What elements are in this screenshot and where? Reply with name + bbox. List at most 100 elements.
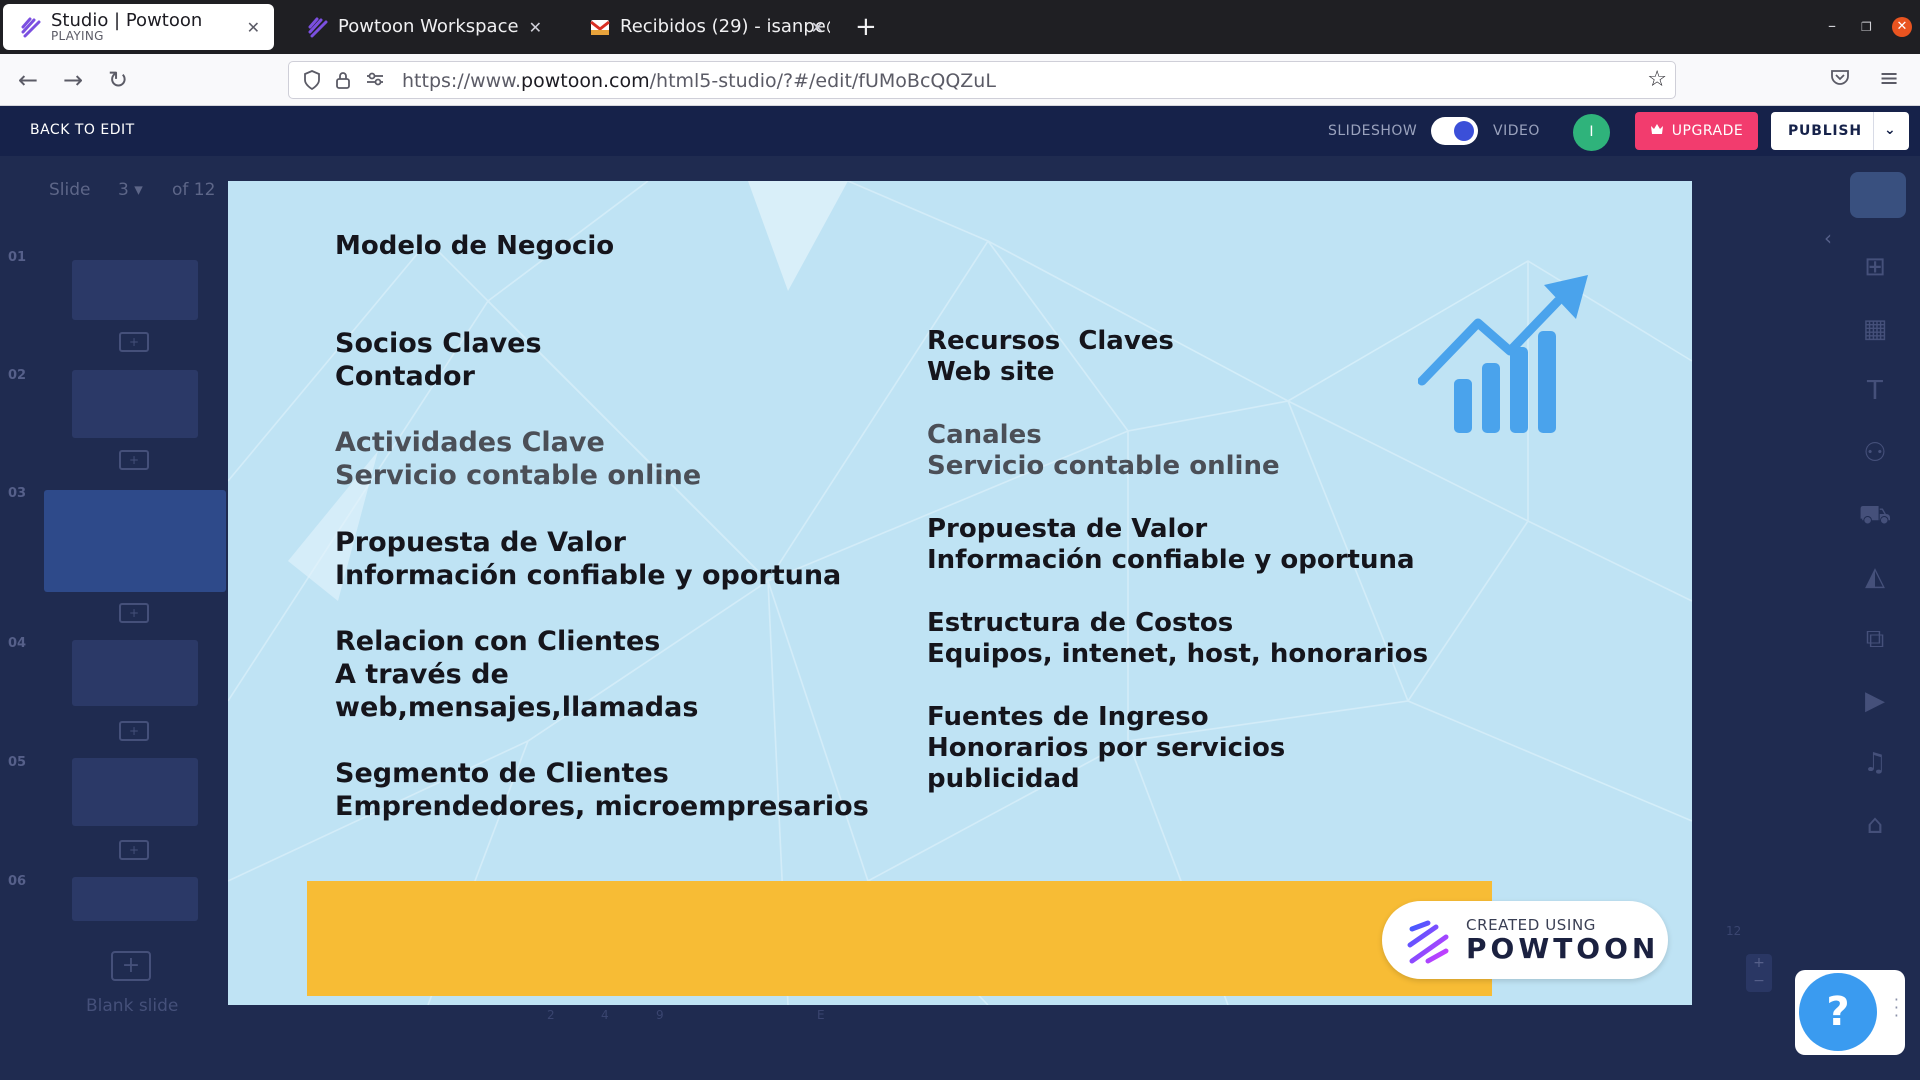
block-socios[interactable]: Socios Claves Contador	[335, 327, 542, 393]
chevron-left-icon[interactable]: ‹	[1824, 226, 1832, 250]
url-text[interactable]: https://www.powtoon.com/html5-studio/?#/…	[402, 70, 996, 92]
block-recursos[interactable]: Recursos Claves Web site	[927, 326, 1174, 388]
bookmark-star-icon[interactable]: ☆	[1647, 67, 1667, 92]
block-heading: Propuesta de Valor	[335, 527, 626, 558]
block-heading: Socios Claves	[335, 328, 542, 359]
slide-thumbnail[interactable]	[72, 877, 198, 921]
pocket-icon[interactable]	[1830, 67, 1850, 92]
block-fuentes[interactable]: Fuentes de Ingreso Honorarios por servic…	[927, 702, 1285, 795]
text-icon[interactable]: T	[1858, 376, 1892, 410]
more-vertical-icon[interactable]: · · ·	[1894, 992, 1899, 1024]
zoom-control[interactable]: + −	[1746, 954, 1772, 992]
tab-gmail[interactable]: Recibidos (29) - isanpe@g ✕	[572, 4, 838, 50]
back-arrow-icon[interactable]: ←	[18, 66, 38, 94]
add-slide-icon[interactable]: +	[119, 332, 149, 352]
forward-arrow-icon[interactable]: →	[63, 66, 83, 94]
add-slide-icon[interactable]: +	[119, 450, 149, 470]
powtoon-topbar: BACK TO EDIT SLIDESHOW VIDEO I UPGRADE P…	[0, 106, 1920, 156]
avatar[interactable]: I	[1573, 114, 1610, 151]
background-icon[interactable]: ▦	[1858, 314, 1892, 348]
chevron-down-icon[interactable]: ⌄	[1884, 122, 1897, 138]
lock-icon[interactable]	[335, 70, 351, 95]
thumb-number: 03	[8, 486, 27, 501]
block-propuesta-right[interactable]: Propuesta de Valor Información confiable…	[927, 514, 1415, 576]
transitions-icon[interactable]: ⌂	[1858, 810, 1892, 844]
block-heading: Segmento de Clientes	[335, 758, 669, 789]
tab-studio-powtoon[interactable]: Studio | Powtoon PLAYING ✕	[3, 4, 274, 50]
video-icon[interactable]: ▶	[1858, 686, 1892, 720]
add-slide-icon[interactable]: +	[119, 603, 149, 623]
minimize-icon[interactable]: –	[1828, 16, 1836, 35]
slide-title[interactable]: Modelo de Negocio	[335, 231, 614, 261]
back-to-edit-button[interactable]: BACK TO EDIT	[30, 122, 135, 138]
slide-thumbnail[interactable]	[72, 260, 198, 320]
window-close-icon[interactable]: ✕	[1892, 17, 1912, 37]
slideshow-mode-label[interactable]: SLIDESHOW	[1328, 123, 1417, 139]
publish-button[interactable]: PUBLISH ⌄	[1771, 112, 1909, 150]
help-widget[interactable]: ? · · ·	[1795, 970, 1905, 1055]
new-tab-button[interactable]: +	[855, 12, 877, 42]
slide-thumbnail-current[interactable]	[44, 490, 226, 592]
block-segmento[interactable]: Segmento de Clientes Emprendedores, micr…	[335, 757, 869, 823]
publish-label: PUBLISH	[1788, 123, 1862, 139]
block-estructura[interactable]: Estructura de Costos Equipos, intenet, h…	[927, 608, 1428, 670]
block-actividades[interactable]: Actividades Clave Servicio contable onli…	[335, 426, 701, 492]
created-using-powtoon-badge[interactable]: CREATED USING POWTOON	[1382, 901, 1668, 979]
close-icon[interactable]: ✕	[811, 18, 824, 37]
url-path: /html5-studio/?#/edit/fUMoBcQQZuL	[649, 70, 996, 92]
thumb-number: 01	[8, 250, 27, 265]
block-line: Información confiable y oportuna	[335, 560, 842, 591]
characters-icon[interactable]: ⚇	[1858, 438, 1892, 472]
add-slide-icon[interactable]: +	[119, 721, 149, 741]
growth-chart-icon[interactable]	[1418, 271, 1593, 441]
slide-thumbnail[interactable]	[72, 640, 198, 706]
tab-title: Powtoon Workspace	[338, 17, 519, 37]
slide-selector[interactable]: 3 ▾	[118, 180, 143, 200]
mode-toggle[interactable]	[1431, 117, 1478, 145]
props-icon[interactable]: ⛟	[1858, 500, 1892, 534]
yellow-band	[307, 881, 1492, 996]
help-button[interactable]: ?	[1799, 973, 1877, 1051]
upgrade-button[interactable]: UPGRADE	[1635, 112, 1758, 150]
shapes-icon[interactable]: ◭	[1858, 562, 1892, 596]
url-bar[interactable]: https://www.powtoon.com/html5-studio/?#/…	[288, 61, 1676, 99]
block-line: Servicio contable online	[335, 460, 702, 491]
restore-icon[interactable]: ❐	[1861, 20, 1872, 34]
block-heading: Propuesta de Valor	[927, 514, 1208, 544]
url-domain: powtoon.com	[521, 70, 650, 92]
close-icon[interactable]: ✕	[529, 18, 542, 37]
character-icon[interactable]	[1850, 172, 1906, 218]
add-slide-icon[interactable]: +	[119, 840, 149, 860]
permissions-icon[interactable]	[365, 70, 385, 93]
block-heading: Recursos Claves	[927, 326, 1174, 356]
close-icon[interactable]: ✕	[247, 18, 260, 37]
tab-title: Recibidos (29) - isanpe@g	[620, 17, 830, 37]
music-icon[interactable]: ♫	[1858, 748, 1892, 782]
slide-thumbnail[interactable]	[72, 370, 198, 438]
block-heading: Estructura de Costos	[927, 608, 1234, 638]
block-relacion[interactable]: Relacion con Clientes A través de web,me…	[335, 625, 698, 724]
block-canales[interactable]: Canales Servicio contable online	[927, 420, 1280, 482]
block-line: Contador	[335, 361, 475, 392]
slide-thumbnail[interactable]	[72, 758, 198, 826]
shield-icon[interactable]	[303, 70, 321, 95]
crown-icon	[1650, 123, 1664, 139]
layout-icon[interactable]: ⊞	[1858, 252, 1892, 286]
badge-brand: POWTOON	[1466, 932, 1660, 965]
block-heading: Canales	[927, 420, 1042, 450]
blank-slide-label[interactable]: Blank slide	[86, 996, 178, 1016]
block-heading: Fuentes de Ingreso	[927, 702, 1209, 732]
tab-powtoon-workspace[interactable]: Powtoon Workspace ✕	[290, 4, 556, 50]
powtoon-icon	[19, 15, 43, 39]
block-propuesta-left[interactable]: Propuesta de Valor Información confiable…	[335, 526, 841, 592]
menu-icon[interactable]: ≡	[1879, 64, 1899, 92]
reload-icon[interactable]: ↻	[108, 66, 128, 94]
toggle-knob	[1454, 121, 1474, 141]
browser-toolbar: ← → ↻ https://www.powtoon.com/html5-stud…	[0, 54, 1920, 106]
slide-canvas: Modelo de Negocio Socios Claves Contador…	[228, 181, 1692, 1005]
gmail-icon	[588, 15, 612, 39]
blank-slide-button[interactable]: +	[111, 951, 151, 981]
media-icon[interactable]: ⧉	[1858, 624, 1892, 658]
url-prefix: https://www.	[402, 70, 522, 92]
video-mode-label[interactable]: VIDEO	[1493, 123, 1540, 139]
